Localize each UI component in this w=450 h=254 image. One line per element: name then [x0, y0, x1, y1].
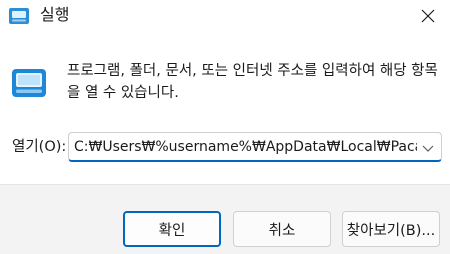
close-button[interactable]	[406, 0, 450, 34]
cancel-button[interactable]: 취소	[233, 211, 331, 247]
ok-button[interactable]: 확인	[123, 211, 221, 247]
dialog-body: 프로그램, 폴더, 문서, 또는 인터넷 주소를 입력하여 해당 항목을 열 수…	[0, 36, 450, 184]
chevron-down-icon[interactable]	[421, 140, 435, 154]
title-bar: 실행	[0, 0, 450, 36]
browse-button[interactable]: 찾아보기(B)...	[342, 211, 440, 247]
run-icon	[11, 68, 47, 98]
window-title: 실행	[40, 5, 70, 24]
open-label: 열기(O):	[12, 139, 67, 155]
description-text: 프로그램, 폴더, 문서, 또는 인터넷 주소를 입력하여 해당 항목을 열 수…	[67, 63, 438, 101]
open-combobox[interactable]	[68, 132, 442, 162]
run-app-icon	[8, 7, 30, 25]
close-icon	[421, 8, 435, 27]
button-bar: 확인 취소 찾아보기(B)...	[0, 184, 450, 254]
run-dialog: 실행 프로그램, 폴더, 문서, 또는 인터넷 주소를 입력하여 해당 항목을 …	[0, 0, 450, 254]
open-input[interactable]	[69, 133, 417, 160]
